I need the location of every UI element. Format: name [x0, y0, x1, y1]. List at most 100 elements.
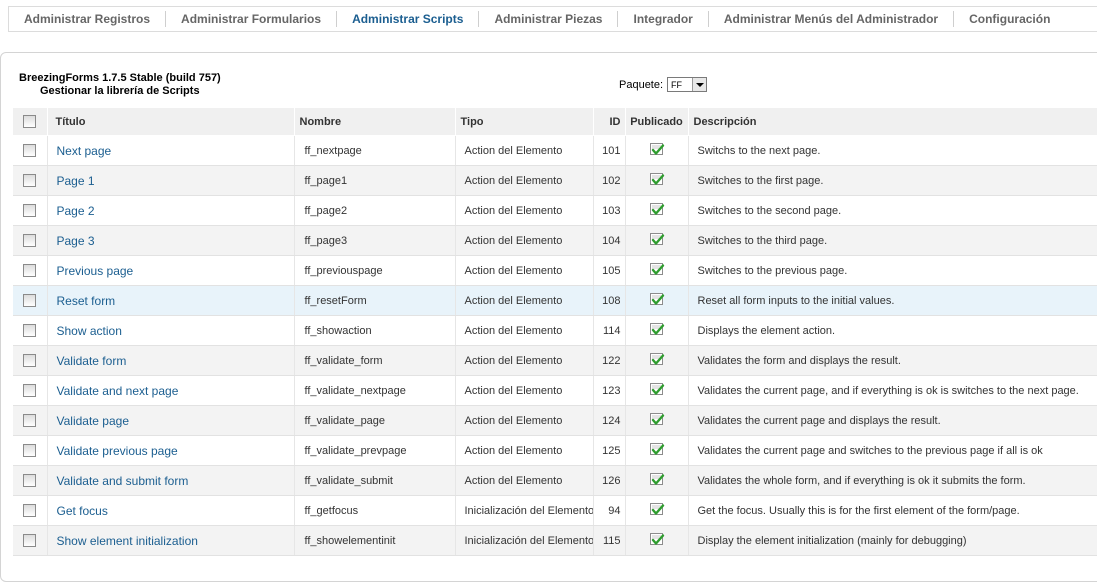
script-id: 123 — [593, 375, 626, 406]
tab-administrar-registros[interactable]: Administrar Registros — [9, 11, 165, 27]
table-row[interactable]: Page 3 ff_page3 Action del Elemento 104 Swit… — [13, 225, 1097, 256]
published-cell — [625, 255, 689, 286]
table-row[interactable]: Validate and submit form ff_validate_subm… — [13, 465, 1097, 496]
script-title-link[interactable]: Page 2 — [48, 204, 95, 218]
table-row[interactable]: Previous page ff_previouspage Action del E… — [13, 255, 1097, 286]
tab-administrar-formularios[interactable]: Administrar Formularios — [165, 11, 336, 27]
script-description: Validates the current page and displays … — [688, 405, 1097, 436]
published-check-icon[interactable] — [649, 141, 665, 160]
page-subtitle: Gestionar la librería de Scripts — [40, 85, 200, 97]
published-check-icon[interactable] — [649, 171, 665, 190]
admin-tab-bar: Administrar Registros Administrar Formula… — [8, 6, 1097, 32]
row-checkbox[interactable] — [23, 444, 37, 457]
title-cell: Validate form — [47, 345, 295, 376]
published-check-icon[interactable] — [649, 321, 665, 340]
table-row[interactable]: Reset form ff_resetForm Action del Element… — [13, 285, 1097, 316]
script-title-link[interactable]: Validate previous page — [48, 444, 178, 458]
table-row[interactable]: Get focus ff_getfocus Inicialización del E… — [13, 495, 1097, 526]
script-description: Get the focus. Usually this is for the f… — [688, 495, 1097, 526]
row-checkbox[interactable] — [23, 174, 37, 187]
table-row[interactable]: Validate form ff_validate_form Action del … — [13, 345, 1097, 376]
table-row[interactable]: Validate page ff_validate_page Action del … — [13, 405, 1097, 436]
table-row[interactable]: Show action ff_showaction Action del Eleme… — [13, 315, 1097, 346]
published-check-icon[interactable] — [649, 201, 665, 220]
scripts-table: Título Nombre Tipo ID Publicado Descripc… — [13, 108, 1097, 556]
script-description: Validates the current page and switches … — [688, 435, 1097, 466]
row-checkbox[interactable] — [23, 264, 37, 277]
script-title-link[interactable]: Show action — [48, 324, 122, 338]
row-checkbox[interactable] — [23, 534, 37, 547]
column-header-type[interactable]: Tipo — [455, 108, 594, 136]
tab-administrar-scripts[interactable]: Administrar Scripts — [336, 11, 478, 27]
published-check-icon[interactable] — [649, 441, 665, 460]
script-title-link[interactable]: Validate and next page — [48, 384, 179, 398]
row-checkbox[interactable] — [23, 384, 37, 397]
row-checkbox[interactable] — [23, 504, 37, 517]
script-name: ff_validate_form — [294, 345, 456, 376]
script-name: ff_page3 — [294, 225, 456, 256]
published-check-icon[interactable] — [649, 531, 665, 550]
script-title-link[interactable]: Validate and submit form — [48, 474, 189, 488]
script-title-link[interactable]: Show element initialization — [48, 534, 198, 548]
script-name: ff_validate_nextpage — [294, 375, 456, 406]
table-row[interactable]: Validate and next page ff_validate_nextpa… — [13, 375, 1097, 406]
row-checkbox[interactable] — [23, 204, 37, 217]
script-title-link[interactable]: Reset form — [48, 294, 116, 308]
published-check-icon[interactable] — [649, 471, 665, 490]
select-all-checkbox[interactable] — [23, 115, 37, 128]
script-title-link[interactable]: Validate page — [48, 414, 130, 428]
column-header-title[interactable]: Título — [47, 108, 295, 136]
tab-configuración[interactable]: Configuración — [953, 11, 1065, 27]
row-checkbox[interactable] — [23, 414, 37, 427]
title-cell: Show element initialization — [47, 525, 295, 556]
script-title-link[interactable]: Validate form — [48, 354, 127, 368]
tab-integrador[interactable]: Integrador — [617, 11, 707, 27]
published-check-icon[interactable] — [649, 381, 665, 400]
tab-administrar-menús-del-administrador[interactable]: Administrar Menús del Administrador — [707, 11, 953, 27]
script-title-link[interactable]: Page 3 — [48, 234, 95, 248]
row-checkbox[interactable] — [23, 354, 37, 367]
title-cell: Previous page — [47, 255, 295, 286]
table-row[interactable]: Show element initialization ff_showelemen… — [13, 525, 1097, 556]
script-title-link[interactable]: Page 1 — [48, 174, 95, 188]
script-type: Action del Elemento — [455, 315, 594, 346]
package-select[interactable]: FF — [667, 77, 708, 92]
script-description: Validates the current page, and if every… — [688, 375, 1097, 406]
published-cell — [625, 165, 689, 196]
published-check-icon[interactable] — [649, 261, 665, 280]
table-row[interactable]: Page 1 ff_page1 Action del Elemento 102 Swit… — [13, 165, 1097, 196]
script-id: 114 — [593, 315, 626, 346]
script-description: Validates the whole form, and if everyth… — [688, 465, 1097, 496]
tab-administrar-piezas[interactable]: Administrar Piezas — [478, 11, 617, 27]
published-check-icon[interactable] — [649, 351, 665, 370]
title-cell: Validate and next page — [47, 375, 295, 406]
row-checkbox[interactable] — [23, 294, 37, 307]
table-row[interactable]: Next page ff_nextpage Action del Elemento 1… — [13, 135, 1097, 166]
published-cell — [625, 495, 689, 526]
script-title-link[interactable]: Next page — [48, 144, 112, 158]
column-header-description[interactable]: Descripción — [688, 108, 1097, 136]
script-name: ff_resetForm — [294, 285, 456, 316]
script-name: ff_page2 — [294, 195, 456, 226]
script-name: ff_page1 — [294, 165, 456, 196]
row-checkbox[interactable] — [23, 474, 37, 487]
published-check-icon[interactable] — [649, 501, 665, 520]
script-type: Action del Elemento — [455, 255, 594, 286]
row-checkbox[interactable] — [23, 144, 37, 157]
script-title-link[interactable]: Get focus — [48, 504, 108, 518]
script-title-link[interactable]: Previous page — [48, 264, 134, 278]
published-check-icon[interactable] — [649, 411, 665, 430]
column-header-id[interactable]: ID — [593, 108, 626, 136]
row-select-cell — [13, 405, 48, 436]
column-header-published[interactable]: Publicado — [625, 108, 689, 136]
column-header-name[interactable]: Nombre — [294, 108, 456, 136]
table-row[interactable]: Validate previous page ff_validate_prevpa… — [13, 435, 1097, 466]
row-checkbox[interactable] — [23, 234, 37, 247]
title-cell: Page 1 — [47, 165, 295, 196]
script-name: ff_validate_page — [294, 405, 456, 436]
published-check-icon[interactable] — [649, 291, 665, 310]
published-check-icon[interactable] — [649, 231, 665, 250]
table-row[interactable]: Page 2 ff_page2 Action del Elemento 103 Swit… — [13, 195, 1097, 226]
dropdown-arrow-icon[interactable] — [692, 78, 707, 91]
row-checkbox[interactable] — [23, 324, 37, 337]
